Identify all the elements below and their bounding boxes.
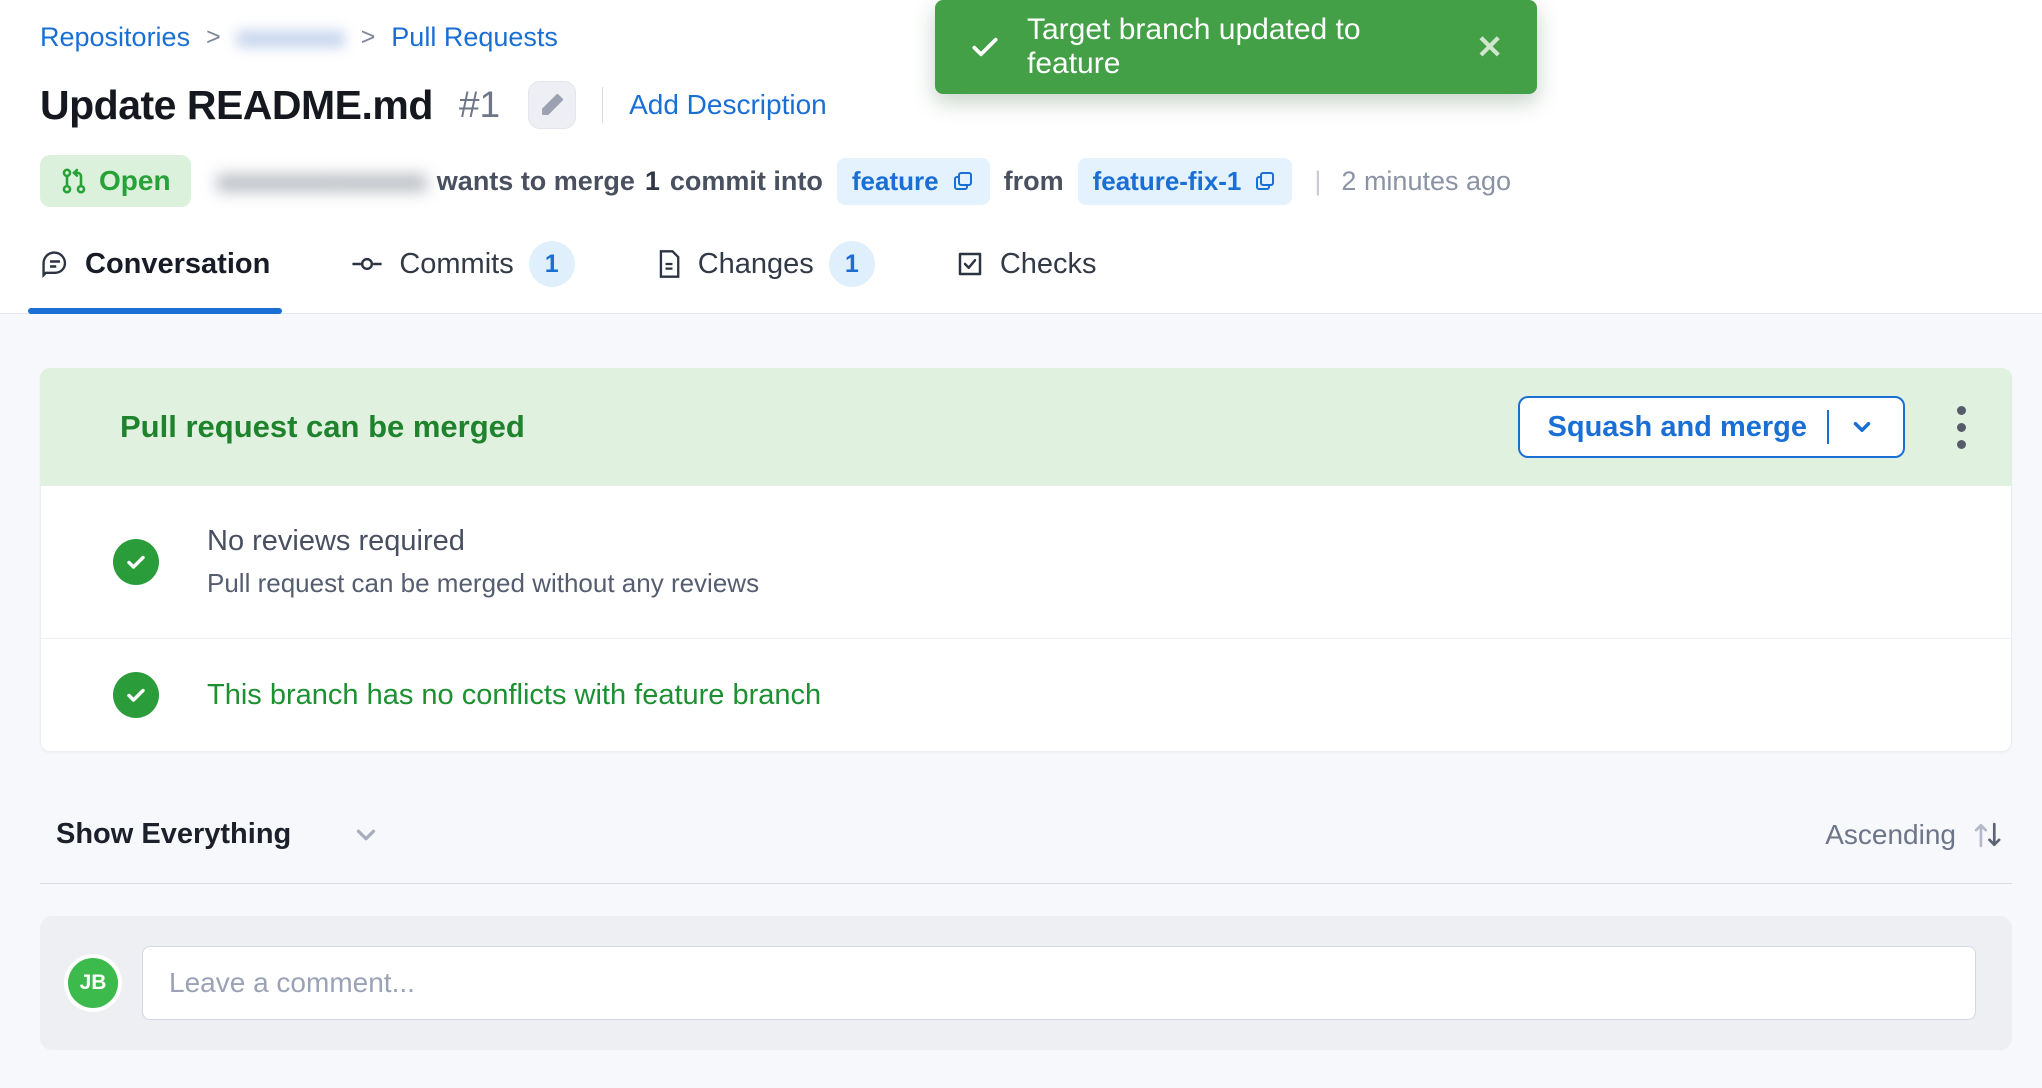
tab-changes[interactable]: Changes 1 <box>655 241 875 313</box>
pull-request-icon <box>60 167 88 195</box>
new-comment-card: JB <box>40 916 2012 1050</box>
show-everything-dropdown[interactable]: Show Everything <box>56 818 381 851</box>
show-everything-label: Show Everything <box>56 818 291 851</box>
sort-order-toggle[interactable]: Ascending <box>1825 819 2004 851</box>
author-name-redacted: xxxxxxxxxxxxxx <box>217 166 427 197</box>
pr-tabs: Conversation Commits 1 Changes 1 <box>0 241 2042 314</box>
check-texts: No reviews required Pull request can be … <box>207 525 759 599</box>
merge-status-title: Pull request can be merged <box>120 409 525 445</box>
tab-label: Conversation <box>85 248 270 281</box>
checklist-icon <box>955 249 985 279</box>
commit-count: 1 <box>645 166 660 197</box>
speech-bubble-icon <box>40 249 70 279</box>
divider: | <box>1314 166 1321 197</box>
pencil-icon <box>539 92 565 118</box>
divider <box>1827 410 1829 444</box>
pr-meta-row: Open xxxxxxxxxxxxxx wants to merge 1 com… <box>40 155 2012 207</box>
status-label: Open <box>99 165 171 197</box>
more-options-kebab-button[interactable] <box>1949 398 1974 457</box>
breadcrumb-repositories[interactable]: Repositories <box>40 22 190 53</box>
toast-message: Target branch updated to feature <box>1027 13 1450 81</box>
pull-request-page: Repositories > xxxxxxxx > Pull Requests … <box>0 0 2042 1088</box>
tab-conversation[interactable]: Conversation <box>40 241 270 313</box>
merge-actions: Squash and merge <box>1518 396 1974 458</box>
merge-checks-list: No reviews required Pull request can be … <box>40 486 2012 752</box>
tab-commits[interactable]: Commits 1 <box>350 241 574 313</box>
pr-number: #1 <box>459 84 500 126</box>
from-text: from <box>1004 166 1064 197</box>
check-icon <box>969 31 1001 63</box>
target-branch-chip[interactable]: feature <box>837 158 990 205</box>
commit-into-text: commit into <box>670 166 823 197</box>
add-description-link[interactable]: Add Description <box>629 89 827 121</box>
divider <box>602 87 603 123</box>
sort-order-label: Ascending <box>1825 819 1956 851</box>
copy-icon[interactable] <box>951 169 975 193</box>
file-icon <box>655 249 683 279</box>
tab-checks[interactable]: Checks <box>955 241 1097 313</box>
chevron-down-icon <box>351 820 381 850</box>
check-row-reviews: No reviews required Pull request can be … <box>41 486 2011 638</box>
breadcrumb-pull-requests[interactable]: Pull Requests <box>391 22 558 53</box>
target-branch-name: feature <box>852 166 939 197</box>
comment-input[interactable] <box>142 946 1976 1020</box>
merge-status-header: Pull request can be merged Squash and me… <box>40 368 2012 486</box>
status-badge-open: Open <box>40 155 191 207</box>
timeline-filter-row: Show Everything Ascending <box>40 818 2012 851</box>
copy-icon[interactable] <box>1253 169 1277 193</box>
breadcrumb-separator: > <box>206 23 221 52</box>
toast-notification: Target branch updated to feature ✕ <box>935 0 1537 94</box>
tab-label: Checks <box>1000 248 1097 281</box>
source-branch-name: feature-fix-1 <box>1093 166 1242 197</box>
check-title: No reviews required <box>207 525 759 558</box>
commit-icon <box>350 249 384 279</box>
close-icon[interactable]: ✕ <box>1476 31 1503 63</box>
sort-arrows-icon <box>1970 819 2004 851</box>
merge-status-card: Pull request can be merged Squash and me… <box>40 368 2012 752</box>
tab-label: Commits <box>399 248 513 281</box>
breadcrumb-repo-name-redacted[interactable]: xxxxxxxx <box>237 22 345 53</box>
chevron-down-icon[interactable] <box>1849 414 1875 440</box>
avatar: JB <box>68 958 118 1008</box>
check-row-conflicts: This branch has no conflicts with featur… <box>41 638 2011 751</box>
conversation-panel: Pull request can be merged Squash and me… <box>0 314 2042 1088</box>
tab-label: Changes <box>698 248 814 281</box>
check-title: This branch has no conflicts with featur… <box>207 679 821 712</box>
changes-count-badge: 1 <box>829 241 875 287</box>
check-subtitle: Pull request can be merged without any r… <box>207 568 759 599</box>
divider <box>40 883 2012 884</box>
source-branch-chip[interactable]: feature-fix-1 <box>1078 158 1293 205</box>
edit-title-button[interactable] <box>528 81 576 129</box>
pr-timestamp: 2 minutes ago <box>1341 166 1511 197</box>
check-circle-icon <box>113 672 159 718</box>
wants-to-merge-text: wants to merge <box>437 166 635 197</box>
commits-count-badge: 1 <box>529 241 575 287</box>
squash-and-merge-label: Squash and merge <box>1548 411 1807 444</box>
squash-and-merge-button[interactable]: Squash and merge <box>1518 396 1905 458</box>
breadcrumb-separator: > <box>361 23 376 52</box>
pr-title: Update README.md <box>40 82 433 129</box>
check-circle-icon <box>113 539 159 585</box>
